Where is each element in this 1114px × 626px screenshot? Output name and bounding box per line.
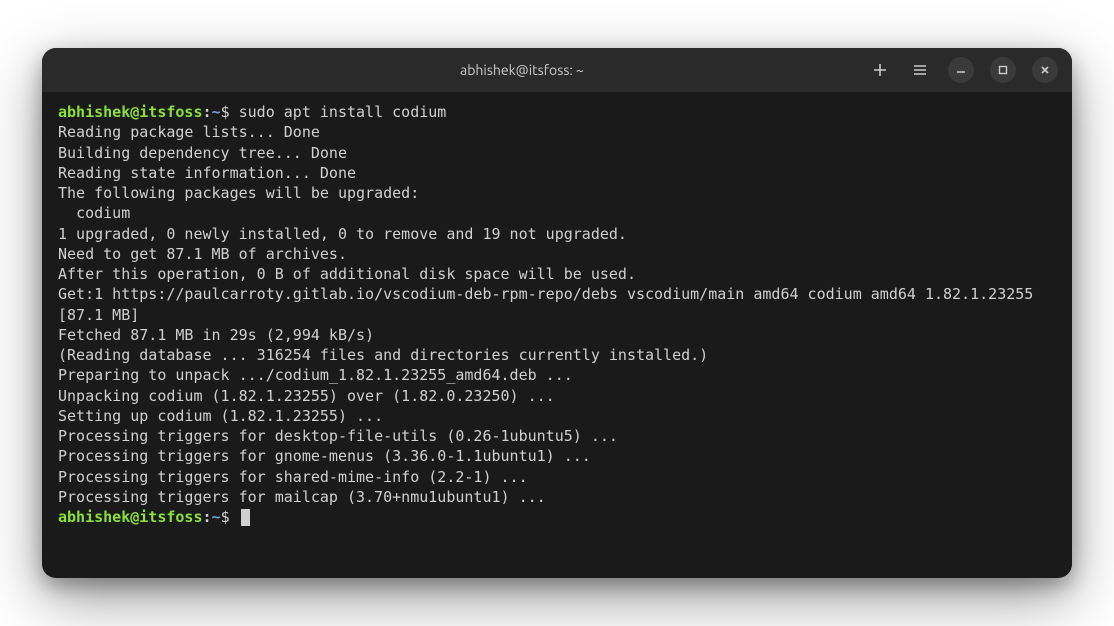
prompt-colon: :	[203, 103, 212, 121]
output-line: Reading state information... Done	[58, 163, 1056, 183]
new-tab-button[interactable]	[868, 58, 892, 82]
close-button[interactable]	[1032, 57, 1058, 83]
prompt-symbol: $	[221, 508, 230, 526]
output-line: Need to get 87.1 MB of archives.	[58, 244, 1056, 264]
output-line: After this operation, 0 B of additional …	[58, 264, 1056, 284]
prompt-line: abhishek@itsfoss:~$	[58, 507, 1056, 527]
output-line: Preparing to unpack .../codium_1.82.1.23…	[58, 365, 1056, 385]
prompt-path: ~	[212, 508, 221, 526]
terminal-body[interactable]: abhishek@itsfoss:~$ sudo apt install cod…	[42, 92, 1072, 578]
titlebar: abhishek@itsfoss: ~	[42, 48, 1072, 92]
minimize-button[interactable]	[948, 57, 974, 83]
output-line: Setting up codium (1.82.1.23255) ...	[58, 406, 1056, 426]
output-line: codium	[58, 203, 1056, 223]
output-line: Processing triggers for desktop-file-uti…	[58, 426, 1056, 446]
output-line: Processing triggers for shared-mime-info…	[58, 467, 1056, 487]
terminal-window: abhishek@itsfoss: ~ abhishek@itsfoss:~$ …	[42, 48, 1072, 578]
output-line: (Reading database ... 316254 files and d…	[58, 345, 1056, 365]
prompt-colon: :	[203, 508, 212, 526]
output-line: Building dependency tree... Done	[58, 143, 1056, 163]
prompt-path: ~	[212, 103, 221, 121]
output-line: The following packages will be upgraded:	[58, 183, 1056, 203]
command-line: abhishek@itsfoss:~$ sudo apt install cod…	[58, 102, 1056, 122]
output-line: Unpacking codium (1.82.1.23255) over (1.…	[58, 386, 1056, 406]
output-line: 1 upgraded, 0 newly installed, 0 to remo…	[58, 224, 1056, 244]
entered-command: sudo apt install codium	[239, 103, 447, 121]
output-line: Get:1 https://paulcarroty.gitlab.io/vsco…	[58, 284, 1056, 325]
maximize-button[interactable]	[990, 57, 1016, 83]
prompt-user-host: abhishek@itsfoss	[58, 508, 203, 526]
output-line: Reading package lists... Done	[58, 122, 1056, 142]
prompt-user-host: abhishek@itsfoss	[58, 103, 203, 121]
prompt-symbol: $	[221, 103, 230, 121]
window-title: abhishek@itsfoss: ~	[176, 62, 868, 78]
hamburger-menu-button[interactable]	[908, 58, 932, 82]
output-line: Processing triggers for gnome-menus (3.3…	[58, 446, 1056, 466]
titlebar-controls	[868, 57, 1058, 83]
cursor-icon	[241, 509, 250, 526]
output-line: Fetched 87.1 MB in 29s (2,994 kB/s)	[58, 325, 1056, 345]
output-line: Processing triggers for mailcap (3.70+nm…	[58, 487, 1056, 507]
